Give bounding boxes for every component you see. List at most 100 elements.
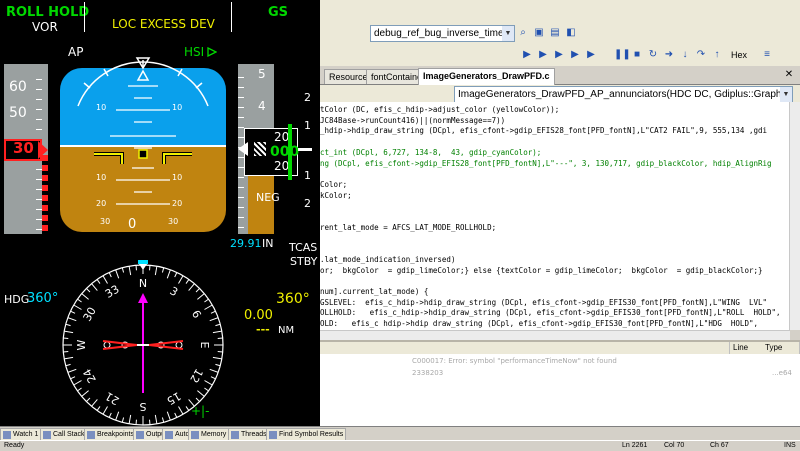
code-line[interactable]: tColor (DC, efis_c_hdip->adjust_color (y… bbox=[320, 104, 559, 115]
code-line[interactable]: GSLEVEL: efis_c_hdip->hdip_draw_string (… bbox=[320, 297, 767, 308]
distance-unit: NM bbox=[278, 326, 294, 336]
column-header-type[interactable]: Type bbox=[762, 342, 800, 354]
column-header-description[interactable] bbox=[320, 342, 730, 354]
memory-icon bbox=[191, 431, 199, 439]
altitude-hatch bbox=[254, 142, 266, 156]
code-editor[interactable]: tColor (DC, efis_c_hdip->adjust_color (y… bbox=[320, 102, 790, 330]
hsi-compass: N36E1215S2124W3033+|- bbox=[58, 260, 228, 430]
compass-tick bbox=[129, 415, 131, 424]
compass-tick bbox=[97, 406, 100, 410]
compass-label: 24 bbox=[81, 366, 99, 385]
fma-lateral-armed: VOR bbox=[32, 21, 58, 33]
pitch-label-right: 10 bbox=[172, 174, 182, 182]
autos-icon bbox=[165, 431, 173, 439]
code-line[interactable]: JC84Base->runCount416)||(normMessage==7)… bbox=[320, 115, 505, 126]
code-line[interactable]: ct_int (DCpl, 6,727, 134-8, 43, gdip_cya… bbox=[320, 147, 541, 158]
compass-tick bbox=[103, 276, 108, 284]
close-icon[interactable]: ✕ bbox=[782, 68, 796, 82]
course-arrow-icon bbox=[138, 293, 148, 303]
compass-tick bbox=[86, 288, 90, 292]
compass-tick bbox=[210, 369, 218, 372]
chevron-down-icon[interactable]: ▼ bbox=[502, 26, 514, 41]
open-icon[interactable]: ▣ bbox=[532, 26, 546, 40]
compass-tick bbox=[155, 266, 157, 275]
tab-label: Breakpoints bbox=[97, 431, 134, 438]
compass-tick bbox=[86, 398, 90, 402]
step-over-icon[interactable]: ↷ bbox=[694, 48, 708, 62]
altitude-tick-label: 5 bbox=[258, 68, 266, 80]
compass-tick bbox=[97, 279, 100, 283]
step-icon[interactable]: ▶ bbox=[552, 48, 566, 62]
toolbar-row-2: debug_ref_bug_inverse_timer ▼ ⌕ ▣ ▤ ◧ bbox=[320, 22, 800, 45]
step-icon[interactable]: ▶ bbox=[568, 48, 582, 62]
compass-label: E bbox=[198, 342, 211, 349]
chevron-down-icon[interactable]: ▼ bbox=[780, 87, 792, 102]
code-line[interactable]: Color; bbox=[320, 179, 347, 190]
altitude-ground-band bbox=[248, 176, 274, 234]
compass-tick bbox=[64, 331, 73, 333]
configuration-combo-value: debug_ref_bug_inverse_timer bbox=[374, 28, 507, 39]
stop-icon[interactable]: ■ bbox=[630, 48, 644, 62]
step-icon[interactable]: ▶ bbox=[584, 48, 598, 62]
code-line[interactable]: _hdip->hdip_draw_string (DCpl, efis_cfon… bbox=[320, 125, 767, 136]
restart-icon[interactable]: ↻ bbox=[646, 48, 660, 62]
hex-toggle[interactable]: Hex bbox=[728, 48, 750, 62]
compass-tick bbox=[70, 311, 75, 313]
step-icon[interactable]: ▶ bbox=[520, 48, 534, 62]
compass-label: 21 bbox=[103, 389, 122, 407]
step-into-icon[interactable]: ↓ bbox=[678, 48, 692, 62]
error-row-text[interactable]: 2338203 bbox=[412, 369, 443, 377]
code-line[interactable]: num].current_lat_mode) { bbox=[320, 286, 428, 297]
compass-tick bbox=[204, 299, 208, 302]
code-line[interactable]: OLD: efis_c hdip->hdip draw_string (DCpl… bbox=[320, 318, 758, 329]
speed-tick-label: 60 bbox=[9, 80, 27, 94]
compass-tick bbox=[116, 412, 119, 420]
code-line[interactable]: ng (DCpl, efis_cfont->gdip_EFIS28_font[P… bbox=[320, 158, 772, 169]
function-combo[interactable]: ImageGenerators_DrawPFD_AP_annunciators(… bbox=[454, 86, 793, 103]
error-row-text[interactable]: C000017: Error: symbol "performanceTimeN… bbox=[412, 357, 617, 365]
compass-tick bbox=[197, 294, 204, 300]
pitch-label-left: 10 bbox=[96, 104, 106, 112]
properties-icon[interactable]: ◧ bbox=[564, 26, 578, 40]
step-icon[interactable]: ▶ bbox=[536, 48, 550, 62]
tab-label: Watch 1 bbox=[13, 431, 38, 438]
compass-tick bbox=[196, 398, 200, 402]
code-line[interactable]: OLLHOLD: efis_c_hdip->hdip_draw_string (… bbox=[320, 307, 781, 318]
heading-bug-icon bbox=[138, 260, 148, 264]
attitude-overlay bbox=[60, 56, 226, 234]
code-line[interactable]: rent_lat_mode = AFCS_LAT_MODE_ROLLHOLD; bbox=[320, 222, 496, 233]
deviation-dot bbox=[176, 342, 182, 348]
breakpoints-icon bbox=[87, 431, 95, 439]
compass-tick bbox=[92, 399, 98, 406]
tab-imagegenerators-drawpfd-c[interactable]: ImageGenerators_DrawPFD.c bbox=[418, 68, 555, 85]
compass-tick bbox=[210, 318, 218, 321]
compass-tick bbox=[175, 272, 177, 277]
code-line[interactable]: kColor; bbox=[320, 190, 352, 201]
step-out-icon[interactable]: ↑ bbox=[710, 48, 724, 62]
compass-tick bbox=[82, 294, 89, 300]
fma-divider-left bbox=[84, 2, 85, 32]
configuration-combo[interactable]: debug_ref_bug_inverse_timer ▼ bbox=[370, 25, 515, 42]
toolbar-row-3: ▶ ▶ ▶ ▶ ▶ ❚❚ ■ ↻ ➜ ↓ ↷ ↑ Hex ≡ bbox=[320, 44, 800, 67]
compass-tick bbox=[77, 388, 81, 391]
threads-icon[interactable]: ≡ bbox=[760, 48, 774, 62]
compass-tick bbox=[122, 417, 123, 422]
compass-label: 15 bbox=[164, 389, 183, 407]
code-line[interactable]: or; bkgColor = gdip_limeColor;} else {te… bbox=[320, 265, 763, 276]
toolbox-icon[interactable]: ▤ bbox=[548, 26, 562, 40]
function-combo-value: ImageGenerators_DrawPFD_AP_annunciators(… bbox=[458, 89, 793, 100]
compass-tick bbox=[211, 311, 216, 313]
compass-tick bbox=[109, 413, 111, 418]
compass-tick bbox=[211, 377, 216, 379]
show-next-icon[interactable]: ➜ bbox=[662, 48, 676, 62]
speed-tick-label: 50 bbox=[9, 106, 27, 120]
compass-tick bbox=[68, 318, 76, 321]
editor-vertical-scrollbar[interactable] bbox=[789, 102, 800, 330]
code-line[interactable]: .lat_mode_indication_inversed) bbox=[320, 254, 455, 265]
find-icon[interactable]: ⌕ bbox=[516, 26, 530, 40]
vs-tick-label: 2 bbox=[304, 198, 311, 209]
compass-tick bbox=[74, 381, 82, 386]
vs-zero-readout: 0 bbox=[128, 218, 136, 231]
compass-tick bbox=[162, 268, 163, 273]
break-all-icon[interactable]: ❚❚ bbox=[614, 48, 628, 62]
